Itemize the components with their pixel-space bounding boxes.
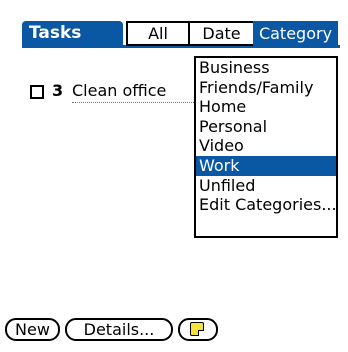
task-priority[interactable]: 3 — [52, 82, 63, 100]
details-button[interactable]: Details... — [65, 318, 173, 341]
task-checkbox[interactable] — [30, 85, 44, 99]
category-item-unfiled[interactable]: Unfiled — [196, 176, 336, 196]
category-item-personal[interactable]: Personal — [196, 117, 336, 137]
new-button[interactable]: New — [5, 318, 60, 341]
filter-date[interactable]: Date — [188, 21, 253, 46]
filter-all[interactable]: All — [126, 21, 188, 46]
category-item-business[interactable]: Business — [196, 58, 336, 78]
title-tab: Tasks — [22, 21, 123, 46]
category-item-friends-family[interactable]: Friends/Family — [196, 78, 336, 98]
note-button[interactable] — [178, 318, 218, 341]
note-icon — [190, 322, 204, 336]
filter-category[interactable]: Category — [253, 21, 338, 46]
category-item-edit-categories[interactable]: Edit Categories... — [196, 195, 336, 215]
task-row[interactable]: 3 Clean office — [30, 82, 222, 103]
category-item-home[interactable]: Home — [196, 97, 336, 117]
category-item-video[interactable]: Video — [196, 136, 336, 156]
category-dropdown[interactable]: Business Friends/Family Home Personal Vi… — [194, 56, 338, 238]
category-item-work[interactable]: Work — [196, 155, 336, 176]
task-description[interactable]: Clean office — [72, 82, 166, 100]
